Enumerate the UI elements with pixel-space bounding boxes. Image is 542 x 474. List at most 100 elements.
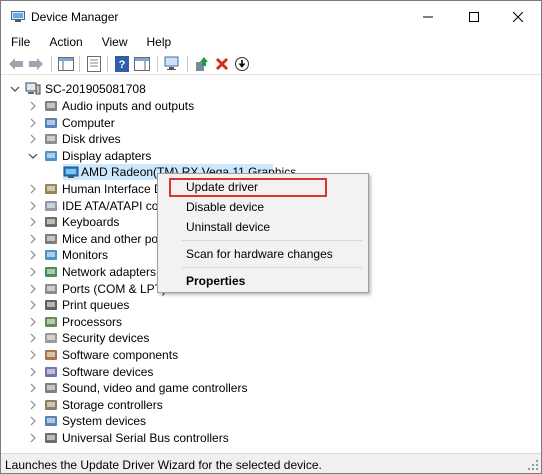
update-driver-icon[interactable] bbox=[193, 55, 211, 73]
port-icon bbox=[43, 282, 59, 296]
tree-category-row[interactable]: Processors bbox=[1, 314, 541, 330]
expand-arrow-icon[interactable] bbox=[28, 350, 38, 360]
context-update-driver[interactable]: Update driver bbox=[186, 180, 258, 194]
expand-arrow-icon[interactable] bbox=[28, 234, 38, 244]
expand-arrow-icon[interactable] bbox=[28, 284, 38, 294]
tree-category-row[interactable]: Computer bbox=[1, 115, 541, 131]
tree-category-label: Keyboards bbox=[62, 215, 120, 230]
disable-device-icon[interactable] bbox=[233, 55, 251, 73]
context-uninstall-device[interactable]: Uninstall device bbox=[186, 220, 270, 234]
computer-root-icon bbox=[25, 82, 41, 96]
expand-arrow-icon[interactable] bbox=[28, 201, 38, 211]
expand-arrow-icon[interactable] bbox=[28, 267, 38, 277]
tree-root[interactable]: SC-201905081708 bbox=[1, 81, 541, 97]
tree-category-label: Network adapters bbox=[62, 265, 157, 279]
action-pane-icon[interactable] bbox=[133, 55, 151, 73]
status-bar: Launches the Update Driver Wizard for th… bbox=[1, 453, 541, 473]
forward-icon[interactable] bbox=[27, 55, 45, 73]
minimize-button[interactable] bbox=[405, 1, 451, 32]
tree-category-row[interactable]: Display adapters bbox=[1, 148, 541, 164]
tree-category-label: Computer bbox=[62, 115, 115, 130]
expand-arrow-icon[interactable] bbox=[28, 400, 38, 410]
maximize-button[interactable] bbox=[451, 1, 497, 32]
display-adapter-icon bbox=[63, 165, 79, 179]
tree-category-label: Sound, video and game controllers bbox=[62, 381, 248, 396]
printer-icon bbox=[43, 298, 59, 312]
expand-arrow-icon[interactable] bbox=[28, 118, 38, 128]
expand-arrow-icon[interactable] bbox=[28, 217, 38, 227]
menu-bar: File Action View Help bbox=[1, 32, 541, 52]
tree-category-row[interactable]: Disk drives bbox=[1, 131, 541, 147]
context-disable-device[interactable]: Disable device bbox=[186, 200, 264, 214]
computer-icon bbox=[43, 116, 59, 130]
properties-icon[interactable] bbox=[85, 55, 103, 73]
tree-category-label: IDE ATA/ATAPI con bbox=[62, 198, 166, 213]
expand-arrow-icon[interactable] bbox=[28, 317, 38, 327]
expand-arrow-icon[interactable] bbox=[28, 433, 38, 443]
expand-arrow-icon[interactable] bbox=[28, 367, 38, 377]
disk-drive-icon bbox=[43, 132, 59, 146]
tree-category-row[interactable]: Software components bbox=[1, 347, 541, 363]
scan-hardware-icon[interactable] bbox=[163, 55, 181, 73]
storage-controller-icon bbox=[43, 398, 59, 412]
software-device-icon bbox=[43, 365, 59, 379]
close-button[interactable] bbox=[495, 1, 541, 32]
context-properties[interactable]: Properties bbox=[186, 274, 245, 288]
system-devices-icon bbox=[43, 414, 59, 428]
help-icon[interactable]: ? bbox=[113, 55, 131, 73]
title-bar[interactable]: Device Manager bbox=[1, 1, 541, 32]
tree-category-label: Software components bbox=[62, 348, 179, 362]
show-hide-console-tree-icon[interactable] bbox=[57, 55, 75, 73]
device-manager-window: Device Manager File Action View Help ? S… bbox=[0, 0, 542, 474]
monitor-icon bbox=[43, 248, 59, 262]
context-separator bbox=[182, 267, 362, 268]
expand-arrow-icon[interactable] bbox=[28, 383, 38, 393]
tree-category-row[interactable]: Audio inputs and outputs bbox=[1, 98, 541, 114]
context-separator bbox=[182, 240, 362, 241]
keyboard-icon bbox=[43, 215, 59, 229]
collapse-arrow-icon[interactable] bbox=[10, 84, 20, 94]
tree-category-row[interactable]: Software devices bbox=[1, 364, 541, 380]
tree-category-label: Software devices bbox=[62, 364, 154, 379]
expand-arrow-icon[interactable] bbox=[28, 250, 38, 260]
expand-arrow-icon[interactable] bbox=[28, 101, 38, 111]
expand-arrow-icon[interactable] bbox=[28, 134, 38, 144]
tree-category-row[interactable]: Print queues bbox=[1, 297, 541, 313]
tree-category-label: Security devices bbox=[62, 331, 150, 346]
tree-category-label: Storage controllers bbox=[62, 397, 163, 412]
tree-category-row[interactable]: Security devices bbox=[1, 330, 541, 346]
usb-controller-icon bbox=[43, 431, 59, 445]
back-icon[interactable] bbox=[7, 55, 25, 73]
tree-category-label: Mice and other poi bbox=[62, 231, 161, 246]
resize-grip-icon[interactable] bbox=[527, 459, 539, 471]
window-title: Device Manager bbox=[31, 10, 119, 24]
menu-help[interactable]: Help bbox=[137, 32, 181, 52]
human-interface-icon bbox=[43, 182, 59, 196]
tree-category-label: Display adapters bbox=[62, 148, 152, 163]
tree-category-row[interactable]: Sound, video and game controllers bbox=[1, 380, 541, 396]
tree-category-row[interactable]: Storage controllers bbox=[1, 397, 541, 413]
status-text: Launches the Update Driver Wizard for th… bbox=[5, 458, 322, 472]
tree-category-label: Ports (COM & LPT) bbox=[62, 281, 167, 296]
menu-view[interactable]: View bbox=[92, 32, 137, 52]
context-scan-hardware[interactable]: Scan for hardware changes bbox=[186, 247, 333, 261]
expand-arrow-icon[interactable] bbox=[28, 333, 38, 343]
sound-icon bbox=[43, 381, 59, 395]
expand-arrow-icon[interactable] bbox=[28, 416, 38, 426]
tree-category-label: Disk drives bbox=[62, 132, 121, 147]
tree-category-row[interactable]: System devices bbox=[1, 413, 541, 429]
expand-arrow-icon[interactable] bbox=[28, 300, 38, 310]
display-adapters-icon bbox=[43, 149, 59, 163]
tree-category-row[interactable]: Universal Serial Bus controllers bbox=[1, 430, 541, 446]
network-adapter-icon bbox=[43, 265, 59, 279]
tree-category-label: Print queues bbox=[62, 298, 130, 313]
tree-category-label: Processors bbox=[62, 314, 123, 329]
menu-action[interactable]: Action bbox=[39, 32, 91, 52]
expand-arrow-icon[interactable] bbox=[28, 184, 38, 194]
tree-category-label: Universal Serial Bus controllers bbox=[62, 431, 229, 445]
collapse-arrow-icon[interactable] bbox=[28, 151, 38, 161]
menu-file[interactable]: File bbox=[1, 32, 39, 52]
tree-category-label: Audio inputs and outputs bbox=[62, 99, 195, 113]
uninstall-device-icon[interactable] bbox=[213, 55, 231, 73]
device-manager-app-icon bbox=[11, 11, 25, 23]
